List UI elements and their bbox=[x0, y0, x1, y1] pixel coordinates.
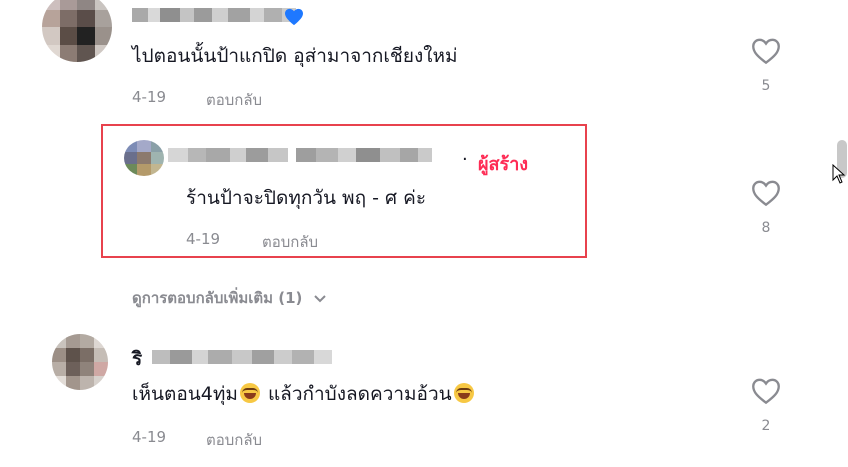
mouse-cursor-icon bbox=[832, 164, 846, 184]
username-blurred[interactable] bbox=[132, 8, 296, 22]
chevron-down-icon bbox=[314, 295, 327, 303]
comment-text-part2: แล้วกำบังลดความอ้วน bbox=[267, 383, 452, 405]
laughing-emoji-icon bbox=[453, 383, 474, 403]
avatar[interactable] bbox=[124, 140, 164, 176]
reply-button[interactable]: ตอบกลับ bbox=[262, 230, 318, 254]
separator-dot: · bbox=[462, 149, 468, 170]
verified-heart-icon bbox=[285, 8, 303, 26]
comment-date: 4-19 bbox=[132, 428, 167, 446]
comment-text-part1: เห็นตอน4ทุ่ม bbox=[132, 383, 238, 405]
comment-text: ไปตอนนั้นป้าแกปิด อุส่ามาจากเชียงใหม่ bbox=[132, 45, 458, 67]
username-initial[interactable]: ริ bbox=[132, 344, 142, 374]
like-count: 2 bbox=[761, 418, 771, 434]
comment-text: ร้านป้าจะปิดทุกวัน พฤ - ศ ค่ะ bbox=[186, 187, 427, 209]
laughing-emoji-icon bbox=[239, 383, 260, 403]
comment-date: 4-19 bbox=[132, 88, 167, 106]
view-more-replies-button[interactable]: ดูการตอบกลับเพิ่มเติม (1) bbox=[132, 286, 330, 310]
view-more-replies-label: ดูการตอบกลับเพิ่มเติม (1) bbox=[132, 289, 303, 307]
username-blurred[interactable] bbox=[152, 350, 332, 364]
avatar[interactable] bbox=[52, 334, 108, 390]
like-heart-icon[interactable] bbox=[749, 176, 783, 210]
like-count: 5 bbox=[761, 78, 771, 94]
like-heart-icon[interactable] bbox=[749, 374, 783, 408]
creator-badge: ผู้สร้าง bbox=[478, 154, 529, 175]
like-count: 8 bbox=[761, 220, 771, 236]
comment-date: 4-19 bbox=[186, 230, 221, 248]
reply-button[interactable]: ตอบกลับ bbox=[206, 88, 262, 112]
username-blurred[interactable] bbox=[168, 148, 432, 162]
comment-text: เห็นตอน4ทุ่ม แล้วกำบังลดความอ้วน bbox=[132, 382, 476, 406]
like-heart-icon[interactable] bbox=[749, 34, 783, 68]
reply-button[interactable]: ตอบกลับ bbox=[206, 428, 262, 452]
avatar[interactable] bbox=[42, 0, 112, 62]
